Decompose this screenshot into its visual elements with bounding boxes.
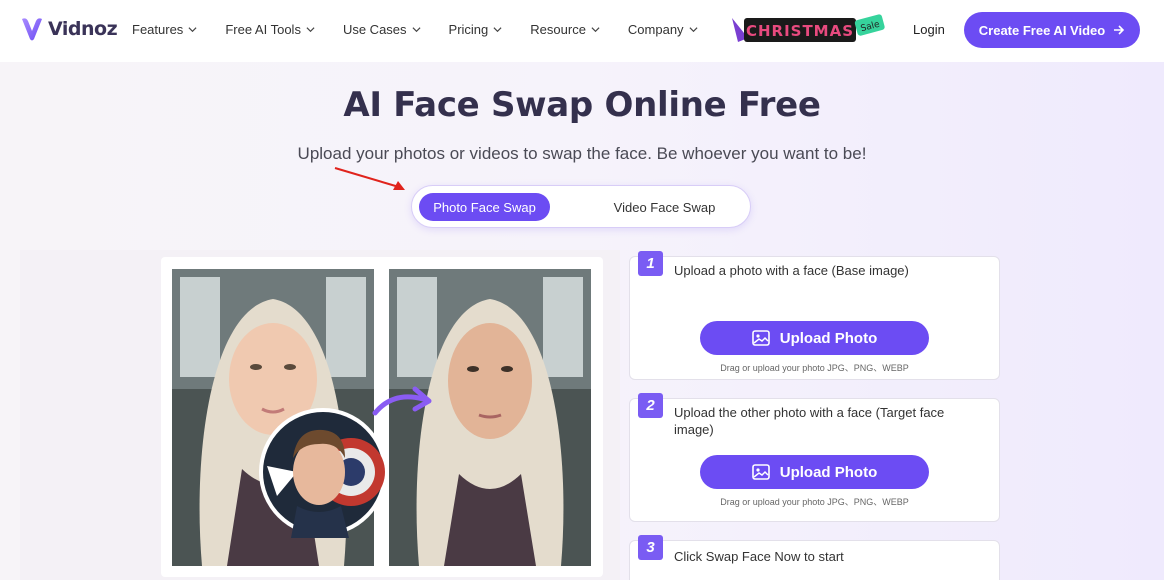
menu-item-pricing[interactable]: Pricing [449, 22, 503, 37]
upload-target-photo-button[interactable]: Upload Photo [700, 455, 929, 489]
chevron-down-icon [493, 27, 502, 33]
chevron-down-icon [306, 27, 315, 33]
vidnoz-logo[interactable]: Vidnoz [20, 16, 118, 42]
page-title: AI Face Swap Online Free [343, 85, 821, 125]
menu-label: Company [627, 22, 684, 37]
step-3-text: Click Swap Face Now to start [674, 549, 844, 564]
image-icon [751, 330, 770, 346]
menu-item-company[interactable]: Company [628, 22, 698, 37]
image-icon [751, 464, 770, 480]
upload-hint: Drag or upload your photo JPG、PNG、WEBP [720, 497, 909, 507]
upload-base-photo-button[interactable]: Upload Photo [700, 321, 929, 355]
login-link[interactable]: Login [913, 22, 945, 37]
page-subtitle: Upload your photos or videos to swap the… [297, 144, 867, 163]
step-1-card: 1 Upload a photo with a face (Base image… [629, 251, 1000, 380]
chevron-down-icon [188, 27, 197, 33]
step-number-badge: 3 [638, 535, 663, 560]
create-free-ai-video-button[interactable]: Create Free AI Video [964, 12, 1140, 48]
top-navbar: Vidnoz Features Free AI Tools Use Cases … [0, 0, 1164, 62]
upload-button-label: Upload Photo [779, 463, 878, 481]
step-2-card: 2 Upload the other photo with a face (Ta… [629, 393, 1000, 522]
arrow-right-icon [1114, 25, 1125, 35]
menu-item-features[interactable]: Features [132, 22, 197, 37]
menu-label: Use Cases [342, 22, 407, 37]
promo-text: CHRISTMAS [746, 22, 854, 40]
menu-item-use-cases[interactable]: Use Cases [343, 22, 421, 37]
logo-text: Vidnoz [48, 18, 118, 40]
chevron-down-icon [591, 27, 600, 33]
step-1-text: Upload a photo with a face (Base image) [674, 263, 909, 278]
menu-label: Resource [530, 22, 586, 37]
step-number-badge: 1 [638, 251, 663, 276]
target-face-avatar [259, 408, 387, 538]
vidnoz-logo-icon [22, 18, 42, 41]
menu-item-free-ai-tools[interactable]: Free AI Tools [225, 22, 315, 37]
tab-photo-face-swap[interactable]: Photo Face Swap [419, 193, 550, 221]
christmas-sale-banner[interactable]: CHRISTMAS Sale [730, 12, 888, 46]
menu-item-resource[interactable]: Resource [530, 22, 600, 37]
menu-label: Free AI Tools [225, 22, 301, 37]
upload-hint: Drag or upload your photo JPG、PNG、WEBP [720, 363, 909, 373]
step-number-badge: 2 [638, 393, 663, 418]
chevron-down-icon [689, 27, 698, 33]
step-3-card: 3 Click Swap Face Now to start [629, 535, 1000, 580]
cta-label: Create Free AI Video [978, 22, 1106, 38]
upload-button-label: Upload Photo [779, 329, 878, 347]
step-2-text: Upload the other photo with a face (Targ… [674, 405, 945, 437]
menu-label: Pricing [448, 22, 489, 37]
swap-mode-tabs: Photo Face Swap Video Face Swap [411, 185, 751, 228]
menu-label: Features [132, 22, 184, 37]
tab-video-face-swap[interactable]: Video Face Swap [592, 193, 737, 221]
main-menu: Features Free AI Tools Use Cases Pricing… [132, 22, 726, 37]
face-swap-example-card [161, 257, 603, 577]
red-annotation-arrow-icon [334, 167, 405, 190]
chevron-down-icon [412, 27, 421, 33]
